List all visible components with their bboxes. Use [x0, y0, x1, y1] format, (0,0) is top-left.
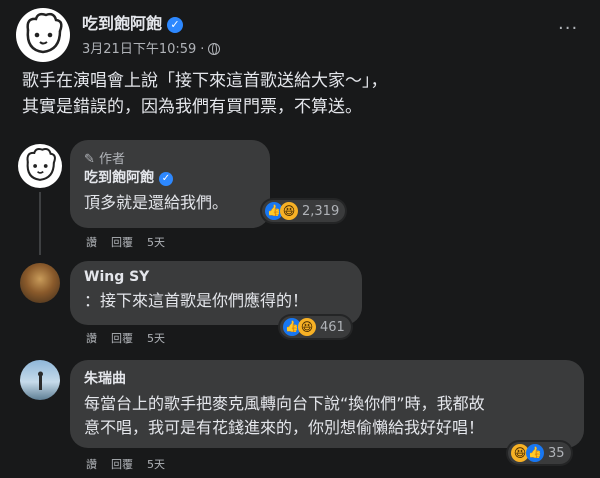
- comment-time[interactable]: 5天: [147, 458, 165, 471]
- comment-avatar[interactable]: [20, 263, 60, 303]
- reply-link[interactable]: 回覆: [111, 236, 133, 249]
- reply-link[interactable]: 回覆: [111, 458, 133, 471]
- comment-text: 頂多就是還給我們。: [84, 193, 229, 212]
- more-options-icon[interactable]: ···: [558, 18, 578, 39]
- globe-icon[interactable]: [208, 43, 221, 55]
- reply-link[interactable]: 回覆: [111, 332, 133, 345]
- haha-reaction-icon: 😆: [298, 318, 316, 336]
- comment-avatar[interactable]: [18, 144, 62, 188]
- comment-actions: 讚 回覆 5天: [86, 456, 179, 472]
- comment-text: ：接下來這首歌是你們應得的！: [84, 291, 309, 310]
- comment-avatar[interactable]: [20, 360, 60, 400]
- comment-text-line-1: 每當台上的歌手把麥克風轉向台下說“換你們”時，我都故: [84, 394, 485, 413]
- pencil-icon: ✎: [84, 152, 95, 167]
- comment-bubble: ✎ 作者 吃到飽阿飽 ✓ 頂多就是還給我們。: [70, 140, 270, 228]
- reaction-count: 461: [320, 319, 345, 335]
- meta-separator: ·: [200, 42, 205, 57]
- haha-reaction-icon: 😆: [280, 202, 298, 220]
- cartoon-face-icon: [26, 147, 56, 181]
- person-silhouette-icon: [38, 371, 43, 390]
- comment-actions: 讚 回覆 5天: [86, 234, 179, 250]
- post-text: 歌手在演唱會上說「接下來這首歌送給大家～」， 其實是錯誤的，因為我們有買門票，不…: [22, 68, 388, 120]
- verified-badge-icon: ✓: [167, 17, 184, 33]
- reaction-summary[interactable]: 👍 😆 2,319: [262, 200, 346, 222]
- post-timestamp[interactable]: 3月21日下午10:59: [82, 42, 196, 57]
- reaction-count: 35: [548, 445, 565, 461]
- comment-author-name[interactable]: 朱瑞曲: [84, 368, 570, 388]
- thread-line: [39, 192, 41, 255]
- author-badge-label: 作者: [99, 152, 126, 167]
- like-link[interactable]: 讚: [86, 236, 97, 249]
- like-link[interactable]: 讚: [86, 458, 97, 471]
- page-name-text[interactable]: 吃到飽阿飽: [82, 14, 162, 33]
- reaction-summary[interactable]: 👍 😆 461: [280, 316, 351, 338]
- cartoon-face-icon: [26, 12, 63, 54]
- comment-text-line-2: 意不唱，我可是有花錢進來的，你別想偷懶給我好好唱！: [84, 418, 485, 437]
- author-badge: ✎ 作者: [84, 148, 256, 167]
- post-text-line-1: 歌手在演唱會上說「接下來這首歌送給大家～」，: [22, 71, 388, 91]
- reaction-count: 2,319: [302, 203, 340, 219]
- comment-author-name[interactable]: Wing SY: [84, 269, 348, 285]
- page-name[interactable]: 吃到飽阿飽 ✓: [82, 10, 184, 34]
- like-reaction-icon: 👍: [526, 444, 544, 462]
- verified-badge-icon: ✓: [159, 172, 173, 186]
- page-avatar[interactable]: [16, 8, 70, 62]
- comment-time[interactable]: 5天: [147, 236, 165, 249]
- post-text-line-2: 其實是錯誤的，因為我們有買門票，不算送。: [22, 97, 362, 117]
- like-link[interactable]: 讚: [86, 332, 97, 345]
- reaction-summary[interactable]: 😆 👍 35: [508, 442, 571, 464]
- comment-author-name-text[interactable]: 吃到飽阿飽: [84, 170, 154, 186]
- comment-author-name[interactable]: 吃到飽阿飽 ✓: [84, 167, 256, 187]
- comment-bubble: 朱瑞曲 每當台上的歌手把麥克風轉向台下說“換你們”時，我都故 意不唱，我可是有花…: [70, 360, 584, 448]
- comment-time[interactable]: 5天: [147, 332, 165, 345]
- post-meta: 3月21日下午10:59 ·: [82, 38, 221, 57]
- comment-actions: 讚 回覆 5天: [86, 330, 179, 346]
